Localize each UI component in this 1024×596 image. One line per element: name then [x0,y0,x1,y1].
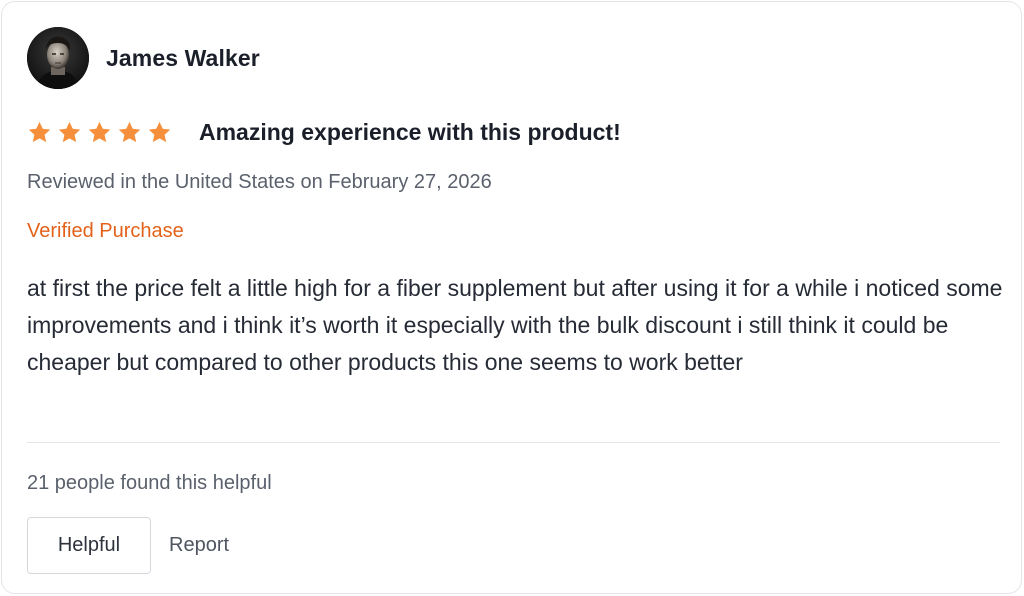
review-card: James Walker Amazing experience with thi… [1,1,1022,594]
star-icon [58,121,81,142]
divider [27,442,1000,443]
helpful-count: 21 people found this helpful [27,472,272,494]
rating-row: Amazing experience with this product! [27,115,621,149]
reviewer-header: James Walker [27,27,260,89]
helpful-button[interactable]: Helpful [27,517,151,574]
review-body: at first the price felt a little high fo… [27,275,1003,375]
star-icon [88,121,111,142]
reviewer-name: James Walker [106,44,260,71]
star-icon [28,121,51,142]
star-rating [27,120,177,145]
avatar [27,27,89,89]
star-icon [118,121,141,142]
star-icon [148,121,171,142]
review-date: Reviewed in the United States on Februar… [27,171,492,193]
review-actions: Helpful Report [27,517,229,574]
avatar-portrait-image [27,27,89,89]
report-link[interactable]: Report [169,534,229,557]
review-title: Amazing experience with this product! [199,118,621,145]
verified-purchase-badge: Verified Purchase [27,220,184,242]
